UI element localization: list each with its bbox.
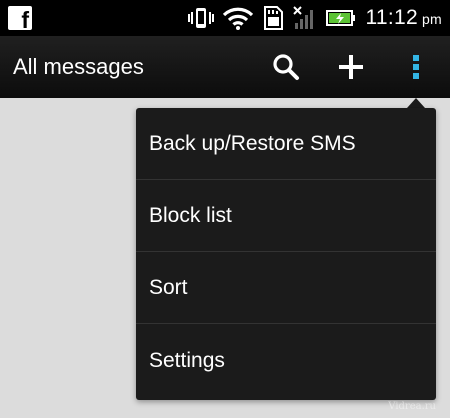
menu-item-label: Back up/Restore SMS (149, 131, 356, 155)
status-time: 11:12 (365, 6, 418, 29)
menu-pointer (407, 98, 425, 108)
overflow-menu-icon (413, 55, 419, 79)
sd-card-icon (264, 6, 284, 30)
status-bar: f 11:12 pm (0, 0, 450, 36)
action-bar: All messages (0, 36, 450, 98)
overflow-menu-button[interactable] (398, 49, 434, 85)
search-icon (273, 54, 299, 80)
menu-item-backup-restore-sms[interactable]: Back up/Restore SMS (136, 108, 436, 180)
plus-icon (339, 55, 363, 79)
menu-item-settings[interactable]: Settings (136, 324, 436, 397)
menu-item-block-list[interactable]: Block list (136, 180, 436, 252)
facebook-notification-icon: f (8, 6, 32, 32)
page-title: All messages (13, 54, 144, 79)
menu-item-label: Block list (149, 203, 232, 227)
status-ampm: pm (421, 11, 442, 27)
status-icons: 11:12 pm (188, 0, 442, 36)
menu-item-label: Settings (149, 348, 225, 372)
menu-item-sort[interactable]: Sort (136, 252, 436, 324)
new-message-button[interactable] (333, 49, 369, 85)
status-clock: 11:12 pm (365, 6, 442, 30)
vibrate-icon (188, 8, 215, 28)
battery-charging-icon (326, 10, 356, 26)
signal-no-service-icon (293, 6, 314, 29)
watermark: Vidrea.ru (388, 401, 436, 412)
search-button[interactable] (268, 49, 304, 85)
menu-item-label: Sort (149, 275, 188, 299)
wifi-icon (223, 7, 254, 30)
overflow-menu: Back up/Restore SMS Block list Sort Sett… (136, 108, 436, 400)
